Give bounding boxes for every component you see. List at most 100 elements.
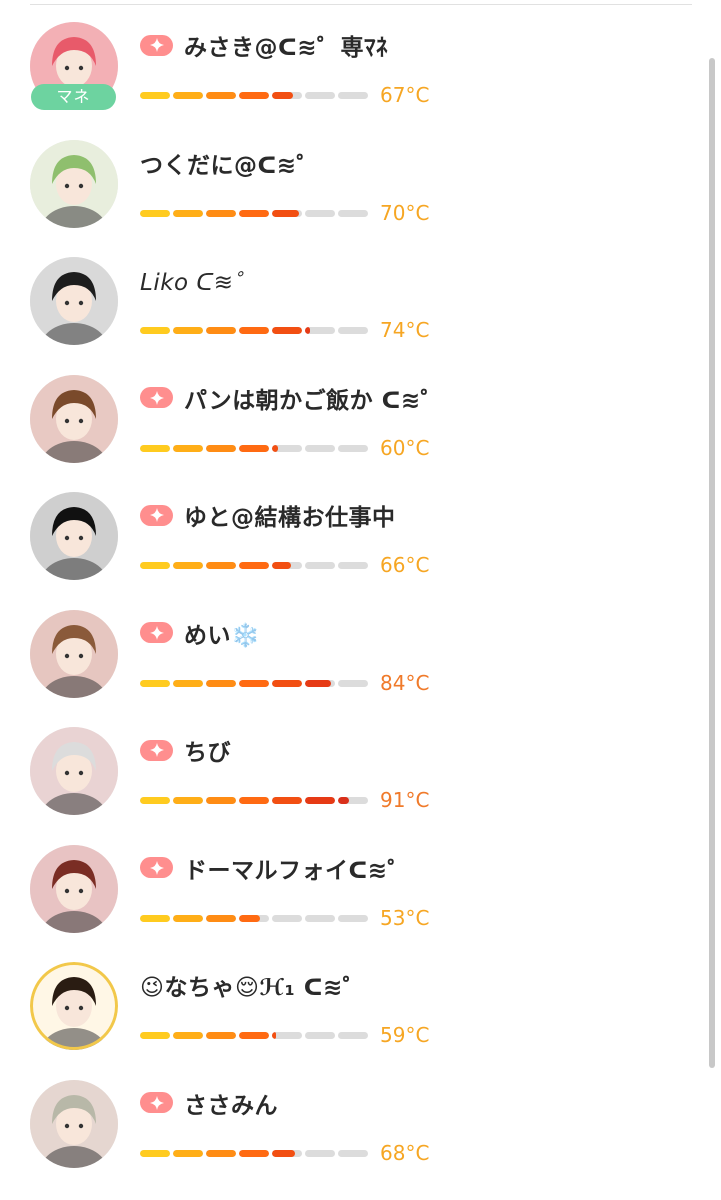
meter-segment-fill [140, 444, 170, 452]
sparkle-badge-icon [140, 857, 173, 878]
sparkle-badge-icon [140, 622, 173, 643]
meter-segment [338, 1149, 368, 1157]
member-row[interactable]: パンは朝かご飯か ᑕ≋゜ 60°C [0, 374, 700, 475]
meter-segment-fill [239, 797, 269, 804]
meter-segment-fill [305, 797, 335, 804]
member-name[interactable]: ちび [184, 733, 231, 767]
avatar-illustration [30, 374, 118, 463]
meter-segment [206, 1149, 236, 1157]
sparkle-icon [149, 743, 164, 757]
meter-segment [239, 1149, 269, 1157]
meter-segment [206, 562, 236, 569]
meter-segment-fill [140, 914, 170, 922]
temperature-value: 67°C [380, 83, 430, 107]
name-line: ちび [140, 733, 231, 767]
member-name[interactable]: パンは朝かご飯か ᑕ≋゜ [184, 381, 444, 415]
meter-segment-fill [206, 209, 236, 217]
member-row[interactable]: ゆと@結構お仕事中 66°C [0, 492, 700, 592]
meter-segment [173, 1032, 203, 1039]
member-row[interactable]: 😉なちゃ😌ℋ₁ ᑕ≋゜ 59°C [0, 962, 700, 1062]
meter-segment [206, 444, 236, 452]
meter-segment [338, 797, 368, 804]
avatar[interactable] [30, 139, 118, 228]
sparkle-icon [149, 860, 164, 875]
meter-segment [338, 562, 368, 569]
meter-segment [272, 1149, 302, 1157]
meter-segment [272, 797, 302, 804]
temperature-value: 66°C [380, 553, 430, 577]
sparkle-icon [149, 508, 164, 522]
meter-segment [140, 1149, 170, 1157]
sparkle-badge-icon [140, 504, 173, 526]
avatar[interactable] [30, 257, 118, 345]
meter-segment [305, 562, 335, 569]
meter-segment [305, 1032, 335, 1039]
name-line: つくだに@ᑕ≋゜ [140, 146, 320, 180]
member-name[interactable]: つくだに@ᑕ≋゜ [140, 146, 320, 180]
scrollbar[interactable] [709, 58, 715, 1068]
meter-segment [239, 327, 269, 334]
meter-segment [173, 92, 203, 99]
meter-segment-fill [173, 92, 203, 99]
member-name[interactable]: ささみん [184, 1086, 278, 1120]
temperature-value: 84°C [380, 670, 430, 695]
meter-segment-fill [272, 679, 302, 687]
avatar[interactable] [30, 844, 118, 933]
name-line: Liko ᑕ≋゜ [140, 263, 257, 297]
meter-segment [206, 92, 236, 99]
member-row[interactable]: Liko ᑕ≋゜ 74°C [0, 257, 700, 357]
temperature-meter [140, 797, 370, 805]
meter-segment-fill [272, 209, 299, 217]
member-row[interactable]: ドーマルフォイᑕ≋゜ 53°C [0, 844, 700, 945]
meter-segment [239, 562, 269, 569]
member-row[interactable]: めい❄️ 84°C [0, 609, 700, 710]
avatar[interactable] [30, 727, 118, 815]
meter-segment [173, 914, 203, 922]
meter-segment [173, 797, 203, 804]
member-row[interactable]: ちび 91°C [0, 727, 700, 827]
temperature-value: 53°C [380, 905, 430, 930]
temperature-value: 59°C [380, 1023, 430, 1047]
meter-segment [338, 914, 368, 922]
member-name[interactable]: Liko ᑕ≋゜ [140, 263, 257, 297]
meter-segment [338, 444, 368, 452]
meter-segment [173, 327, 203, 334]
member-name[interactable]: ゆと@結構お仕事中 [184, 498, 396, 532]
member-row[interactable]: ささみん 68°C [0, 1079, 700, 1180]
member-name[interactable]: めい❄️ [184, 616, 260, 650]
meter-segment [272, 562, 302, 569]
temperature-meter [140, 327, 370, 335]
avatar[interactable] [30, 492, 118, 580]
meter-segment-fill [140, 679, 170, 687]
meter-segment-fill [206, 1149, 236, 1157]
avatar[interactable] [30, 609, 118, 698]
member-row[interactable]: マネ みさき@ᑕ≋゜専ﾏﾈ 67°C [0, 22, 700, 122]
avatar-illustration [30, 1079, 118, 1168]
member-row[interactable]: つくだに@ᑕ≋゜ 70°C [0, 139, 700, 240]
meter-segment-fill [239, 92, 269, 99]
meter-segment [338, 327, 368, 334]
meter-segment-fill [305, 327, 311, 334]
meter-segment [206, 914, 236, 922]
meter-segment [206, 797, 236, 804]
meter-segment-fill [173, 1032, 203, 1039]
meter-segment-fill [206, 444, 236, 452]
meter-segment [272, 914, 302, 922]
meter-segment [140, 679, 170, 687]
member-name[interactable]: ドーマルフォイᑕ≋゜ [184, 851, 411, 885]
member-name[interactable]: 😉なちゃ😌ℋ₁ ᑕ≋゜ [140, 968, 366, 1002]
avatar[interactable] [30, 1079, 118, 1168]
meter-segment-fill [173, 679, 203, 687]
avatar[interactable] [30, 962, 118, 1050]
meter-segment-fill [338, 797, 350, 804]
meter-segment [239, 209, 269, 217]
temperature-meter [140, 92, 370, 100]
meter-segment-fill [239, 444, 269, 452]
meter-segment [173, 444, 203, 452]
temperature-value: 74°C [380, 318, 430, 342]
meter-segment [173, 562, 203, 569]
meter-segment-fill [206, 562, 236, 569]
meter-segment-fill [239, 679, 269, 687]
avatar[interactable] [30, 374, 118, 463]
member-name[interactable]: みさき@ᑕ≋゜専ﾏﾈ [184, 28, 388, 62]
